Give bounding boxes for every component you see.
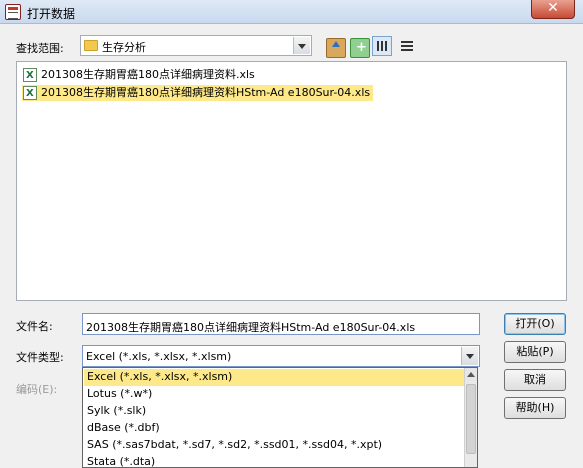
look-in-combo[interactable]: 生存分析 [80,35,312,56]
file-name: 201308生存期胃癌180点详细病理资料HStm-Ad e180Sur-04.… [41,86,371,99]
dropdown-scrollbar[interactable] [464,368,477,467]
file-type-option[interactable]: SAS (*.sas7bdat, *.sd7, *.sd2, *.ssd01, … [84,437,464,454]
scrollbar-thumb[interactable] [466,384,476,454]
details-view-icon[interactable] [398,38,418,58]
file-type-dropdown-list[interactable]: Excel (*.xls, *.xlsx, *.xlsm) Lotus (*.w… [82,367,478,468]
excel-file-icon [23,86,37,101]
new-folder-icon[interactable] [350,38,370,58]
file-type-option[interactable]: Sylk (*.slk) [84,403,464,420]
list-view-icon[interactable] [372,36,392,56]
excel-file-icon [23,68,37,83]
file-type-value: Excel (*.xls, *.xlsx, *.xlsm) [86,350,232,363]
window-title: 打开数据 [27,7,76,21]
open-button[interactable]: 打开(O) [504,313,566,335]
up-folder-icon[interactable] [326,38,346,58]
help-button[interactable]: 帮助(H) [504,397,566,419]
file-name-label: 文件名: [16,320,53,333]
file-type-label: 文件类型: [16,351,64,364]
folder-icon [84,40,98,51]
app-icon [5,4,21,20]
cancel-button[interactable]: 取消 [504,369,566,391]
encoding-label: 编码(E): [16,383,58,396]
file-type-option[interactable]: Lotus (*.w*) [84,386,464,403]
file-list[interactable]: 201308生存期胃癌180点详细病理资料.xls 201308生存期胃癌180… [16,61,567,301]
file-type-option[interactable]: dBase (*.dbf) [84,420,464,437]
look-in-value: 生存分析 [102,41,146,54]
file-type-option[interactable]: Excel (*.xls, *.xlsx, *.xlsm) [84,369,464,386]
look-in-dropdown-arrow[interactable] [293,37,310,54]
file-type-option[interactable]: Stata (*.dta) [84,454,464,468]
file-name-value: 201308生存期胃癌180点详细病理资料HStm-Ad e180Sur-04.… [86,321,416,334]
file-name-input[interactable]: 201308生存期胃癌180点详细病理资料HStm-Ad e180Sur-04.… [82,313,480,335]
scroll-up-arrow-icon[interactable] [465,368,477,381]
title-bar: 打开数据 ✕ [0,0,583,24]
look-in-label: 查找范围: [16,42,64,55]
file-item[interactable]: 201308生存期胃癌180点详细病理资料.xls [22,67,258,83]
file-type-select[interactable]: Excel (*.xls, *.xlsx, *.xlsm) [82,345,480,367]
paste-button[interactable]: 粘贴(P) [504,341,566,363]
file-item-selected[interactable]: 201308生存期胃癌180点详细病理资料HStm-Ad e180Sur-04.… [22,85,374,101]
close-button[interactable]: ✕ [531,0,575,19]
file-name: 201308生存期胃癌180点详细病理资料.xls [41,68,255,81]
file-type-dropdown-arrow[interactable] [461,347,478,365]
